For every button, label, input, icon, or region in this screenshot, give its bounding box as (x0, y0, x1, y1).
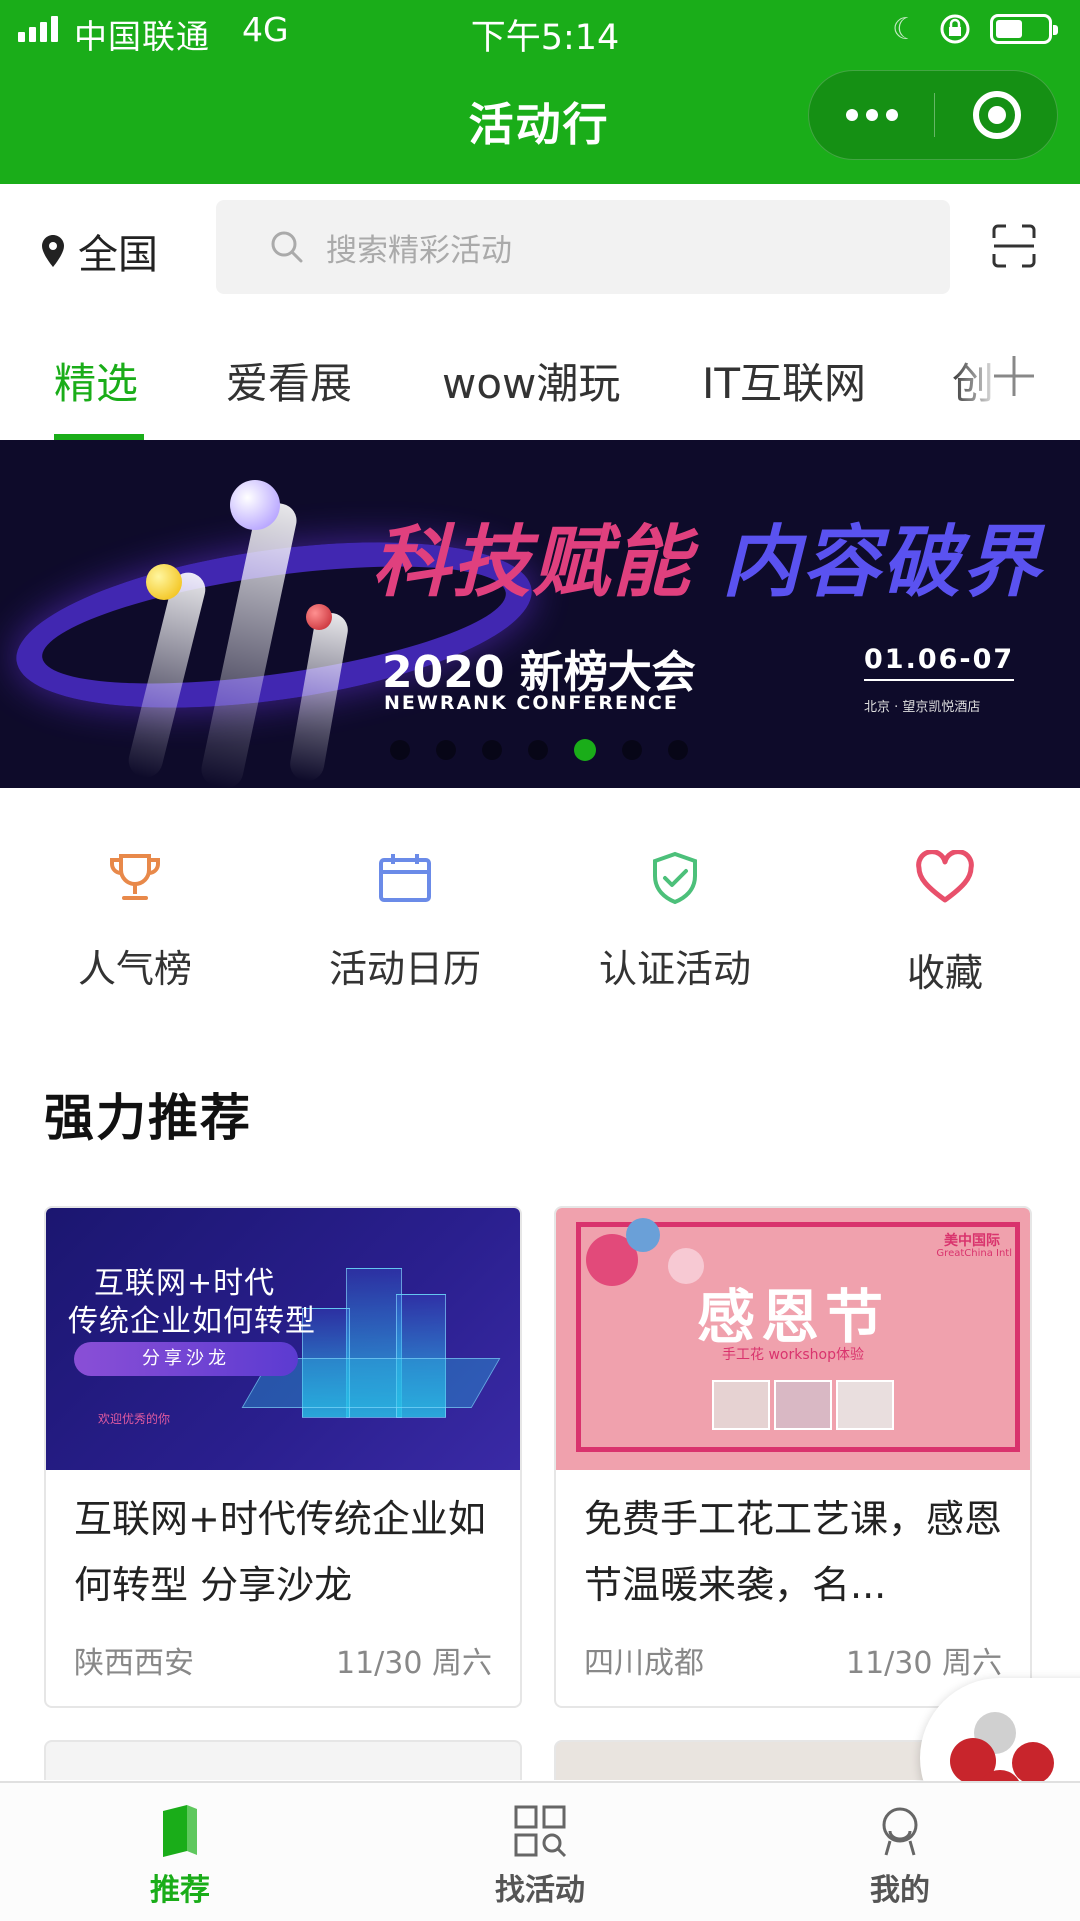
location-label: 全国 (78, 232, 158, 278)
calendar-icon (379, 854, 431, 902)
bottom-tab-me[interactable]: 我的 (720, 1783, 1080, 1921)
event-card-date: 11/30 周六 (336, 1646, 492, 1681)
banner-event-en: NEWRANK CONFERENCE (384, 692, 679, 714)
add-category-icon[interactable] (992, 354, 1036, 398)
trophy-icon (110, 854, 160, 900)
image-photo (774, 1380, 832, 1430)
shield-check-icon (653, 851, 697, 905)
carousel-dot[interactable] (528, 740, 548, 760)
bottom-tab-recommend[interactable]: 推荐 (0, 1783, 360, 1921)
section-title: 强力推荐 (44, 1089, 252, 1147)
location-selector[interactable]: 全国 (42, 222, 158, 280)
bottom-tab-label: 推荐 (150, 1873, 210, 1908)
event-card-image: 美中国际 GreatChina Intl 感恩节 手工花 workshop体验 (556, 1208, 1030, 1470)
quick-entry-calendar[interactable]: 活动日历 (270, 850, 540, 993)
carousel-dot[interactable] (668, 740, 688, 760)
carousel-indicator (390, 739, 688, 761)
image-subtitle: 手工花 workshop体验 (722, 1347, 864, 1363)
bottom-tab-bar: 推荐 找活动 我的 (0, 1781, 1080, 1921)
event-card-location: 四川成都 (584, 1646, 704, 1681)
quick-entry-label: 人气榜 (77, 947, 192, 991)
top-bar: 中国联通 4G 下午5:14 ☾ 活动行 (0, 0, 1080, 184)
capsule-divider (934, 93, 935, 137)
banner-ball (146, 564, 182, 600)
search-input[interactable]: 搜索精彩活动 (216, 200, 950, 294)
event-card[interactable]: 美中国际 GreatChina Intl 感恩节 手工花 workshop体验 … (554, 1206, 1032, 1708)
event-card-title: 互联网+时代传统企业如何转型 分享沙龙 (74, 1497, 486, 1607)
miniprogram-capsule (808, 70, 1058, 160)
category-tabs: 精选 爱看展 wow潮玩 IT互联网 创 (0, 340, 1080, 440)
image-logo-en: GreatChina Intl (936, 1248, 1012, 1259)
stamp-icon (1012, 1742, 1054, 1784)
person-icon (882, 1807, 918, 1856)
banner-ball (306, 604, 332, 630)
banner-headline: 科技赋能 内容破界 (372, 500, 1042, 612)
close-miniprogram-button[interactable] (973, 91, 1021, 139)
tab-it-internet[interactable]: IT互联网 (702, 350, 866, 411)
rotation-lock-icon (940, 14, 970, 44)
image-photo (712, 1380, 770, 1430)
grid-search-icon (514, 1805, 567, 1858)
more-button[interactable] (809, 71, 934, 159)
image-photo (836, 1380, 894, 1430)
banner-venue: 北京 · 望京凯悦酒店 (864, 700, 981, 715)
do-not-disturb-icon: ☾ (892, 12, 919, 47)
image-headline: 感恩节 (696, 1283, 889, 1351)
quick-entry-verified[interactable]: 认证活动 (540, 850, 810, 993)
banner-headline-right: 内容破界 (722, 518, 1043, 608)
bottom-tab-label: 我的 (870, 1873, 930, 1908)
quick-entry-label: 收藏 (906, 951, 983, 995)
heart-icon (916, 850, 974, 903)
quick-entry-favorites[interactable]: 收藏 (810, 850, 1080, 997)
event-card-location: 陕西西安 (74, 1646, 194, 1681)
image-subtext: 欢迎优秀的你 (98, 1412, 171, 1426)
tab-featured[interactable]: 精选 (54, 350, 138, 411)
carousel-dot[interactable] (436, 740, 456, 760)
quick-entry-label: 活动日历 (328, 947, 481, 991)
search-icon (271, 231, 303, 263)
quick-entries: 人气榜 活动日历 认证活动 收藏 (0, 850, 1080, 1010)
bottom-tab-label: 找活动 (495, 1873, 585, 1908)
tab-wow-toys[interactable]: wow潮玩 (442, 350, 620, 411)
bottom-tab-find[interactable]: 找活动 (360, 1783, 720, 1921)
book-icon (163, 1805, 197, 1857)
scan-icon[interactable] (992, 224, 1036, 268)
banner-headline-left: 科技赋能 (372, 518, 693, 608)
image-text-line2: 传统企业如何转型 (68, 1304, 316, 1339)
event-card-image: 互联网+时代 传统企业如何转型 分享沙龙 欢迎优秀的你 (46, 1208, 520, 1470)
carousel-dot[interactable] (482, 740, 502, 760)
carousel-dot[interactable] (622, 740, 642, 760)
event-card-date: 11/30 周六 (846, 1646, 1002, 1681)
banner-date: 01.06-07 (864, 644, 1015, 681)
search-placeholder: 搜索精彩活动 (326, 232, 512, 269)
event-card-title: 免费手工花工艺课，感恩节温暖来袭，名... (584, 1497, 1003, 1607)
image-flower (626, 1218, 660, 1252)
carousel-dot-active[interactable] (574, 739, 596, 761)
battery-icon (990, 14, 1058, 44)
tab-exhibitions[interactable]: 爱看展 (226, 350, 352, 411)
carousel-dot[interactable] (390, 740, 410, 760)
image-logo: 美中国际 (944, 1233, 1000, 1249)
banner-ball (230, 480, 280, 530)
image-pill: 分享沙龙 (74, 1342, 298, 1376)
status-bar: 中国联通 4G 下午5:14 ☾ (0, 0, 1080, 60)
event-card-partial[interactable] (44, 1740, 522, 1780)
quick-entry-label: 认证活动 (598, 947, 751, 991)
location-pin-icon (42, 235, 64, 267)
event-card[interactable]: 互联网+时代 传统企业如何转型 分享沙龙 欢迎优秀的你 互联网+时代传统企业如何… (44, 1206, 522, 1708)
banner-event-name: 2020 新榜大会 (382, 647, 696, 698)
banner-carousel[interactable]: 科技赋能 内容破界 2020 新榜大会 NEWRANK CONFERENCE 01… (0, 440, 1080, 788)
quick-entry-popular[interactable]: 人气榜 (0, 850, 270, 993)
